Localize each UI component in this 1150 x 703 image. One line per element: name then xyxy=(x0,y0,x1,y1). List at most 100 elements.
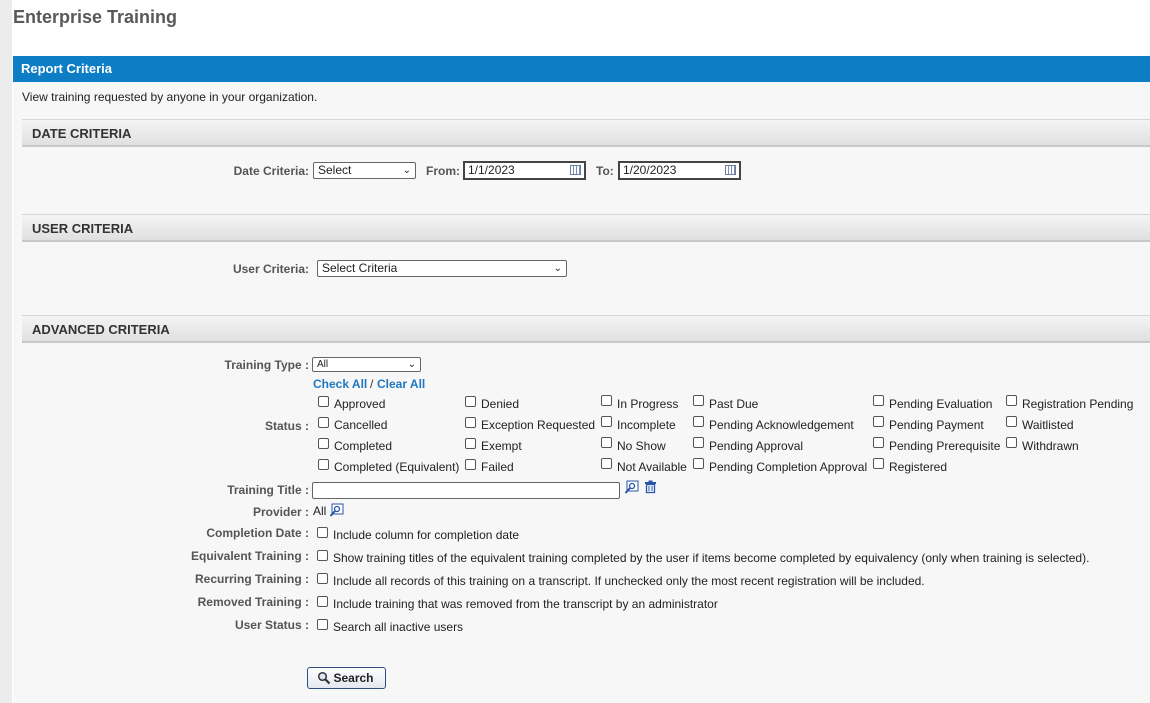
training-type-select[interactable]: All ⌄ xyxy=(312,357,421,372)
status-registration-pending-label: Registration Pending xyxy=(1022,397,1134,411)
status-completed-checkbox[interactable] xyxy=(318,438,329,449)
date-criteria-label: Date Criteria: xyxy=(233,164,309,178)
status-no-show-checkbox[interactable] xyxy=(601,437,612,448)
status-in-progress-label: In Progress xyxy=(617,397,679,411)
status-past-due-checkbox[interactable] xyxy=(693,395,704,406)
search-picker-icon[interactable] xyxy=(624,480,640,496)
status-completed-equivalent-label: Completed (Equivalent) xyxy=(334,460,460,474)
calendar-icon[interactable] xyxy=(570,165,581,175)
status-no-show-label: No Show xyxy=(617,439,666,453)
date-criteria-value: Select xyxy=(318,163,352,177)
clear-all-link[interactable]: Clear All xyxy=(377,377,425,391)
training-title-input[interactable] xyxy=(312,482,620,499)
magnifier-icon xyxy=(317,671,331,685)
status-denied-label: Denied xyxy=(481,397,520,411)
calendar-icon[interactable] xyxy=(725,165,736,175)
removed-training-checkbox[interactable] xyxy=(317,596,328,607)
user-status-text: Search all inactive users xyxy=(333,620,464,634)
status-pending-prerequisite-checkbox[interactable] xyxy=(873,437,884,448)
to-date-value: 1/20/2023 xyxy=(623,163,677,177)
status-approved-label: Approved xyxy=(334,397,386,411)
trash-icon[interactable] xyxy=(644,480,657,494)
equivalent-training-label: Equivalent Training : xyxy=(190,549,309,563)
status-completed-equivalent-checkbox[interactable] xyxy=(318,459,329,470)
check-clear-separator: / xyxy=(370,377,374,391)
status-pending-approval-checkbox[interactable] xyxy=(693,437,704,448)
status-waitlisted-label: Waitlisted xyxy=(1022,418,1074,432)
status-registered-label: Registered xyxy=(889,460,948,474)
from-label: From: xyxy=(426,164,460,178)
page-title: Enterprise Training xyxy=(13,7,178,27)
status-past-due-label: Past Due xyxy=(709,397,759,411)
status-pending-completion-approval-checkbox[interactable] xyxy=(693,458,704,469)
status-pending-approval-label: Pending Approval xyxy=(709,439,804,453)
to-date-input[interactable]: 1/20/2023 xyxy=(618,161,741,180)
search-button[interactable]: Search xyxy=(307,667,386,689)
provider-search-icon[interactable] xyxy=(329,503,345,519)
search-button-label: Search xyxy=(333,671,374,685)
status-exception-requested-label: Exception Requested xyxy=(481,418,596,432)
status-waitlisted-checkbox[interactable] xyxy=(1006,416,1017,427)
user-criteria-value: Select Criteria xyxy=(322,261,398,275)
status-cancelled-checkbox[interactable] xyxy=(318,417,329,428)
status-exempt-label: Exempt xyxy=(481,439,522,453)
training-type-value: All xyxy=(317,359,329,370)
status-incomplete-label: Incomplete xyxy=(617,418,676,432)
status-exception-requested-checkbox[interactable] xyxy=(465,417,476,428)
left-rail xyxy=(0,0,12,703)
recurring-training-checkbox[interactable] xyxy=(317,573,328,584)
from-date-input[interactable]: 1/1/2023 xyxy=(463,161,586,180)
status-registered-checkbox[interactable] xyxy=(873,458,884,469)
removed-training-label: Removed Training : xyxy=(197,595,309,609)
advanced-criteria-header: ADVANCED CRITERIA xyxy=(22,315,1150,343)
status-failed-checkbox[interactable] xyxy=(465,459,476,470)
chevron-down-icon: ⌄ xyxy=(407,359,416,370)
panel-header: Report Criteria xyxy=(13,56,1150,82)
status-cancelled-label: Cancelled xyxy=(334,418,388,432)
status-pending-acknowledgement-checkbox[interactable] xyxy=(693,416,704,427)
status-not-available-label: Not Available xyxy=(617,460,687,474)
status-not-available-checkbox[interactable] xyxy=(601,458,612,469)
status-pending-payment-checkbox[interactable] xyxy=(873,416,884,427)
user-status-checkbox[interactable] xyxy=(317,619,328,630)
equivalent-training-text: Show training titles of the equivalent t… xyxy=(333,551,1090,565)
status-completed-label: Completed xyxy=(334,439,393,453)
user-status-label: User Status : xyxy=(234,618,309,632)
status-label: Status : xyxy=(264,419,309,433)
equivalent-training-checkbox[interactable] xyxy=(317,550,328,561)
check-all-link[interactable]: Check All xyxy=(313,377,367,391)
status-failed-label: Failed xyxy=(481,460,514,474)
provider-label: Provider : xyxy=(252,505,309,519)
completion-date-text: Include column for completion date xyxy=(333,528,520,542)
status-pending-evaluation-label: Pending Evaluation xyxy=(889,397,993,411)
report-criteria-panel: Report Criteria View training requested … xyxy=(13,56,1150,703)
user-criteria-label: User Criteria: xyxy=(232,262,309,276)
status-denied-checkbox[interactable] xyxy=(465,396,476,407)
status-in-progress-checkbox[interactable] xyxy=(601,395,612,406)
status-withdrawn-checkbox[interactable] xyxy=(1006,437,1017,448)
status-incomplete-checkbox[interactable] xyxy=(601,416,612,427)
status-approved-checkbox[interactable] xyxy=(318,396,329,407)
status-pending-evaluation-checkbox[interactable] xyxy=(873,395,884,406)
status-registration-pending-checkbox[interactable] xyxy=(1006,395,1017,406)
status-pending-completion-approval-label: Pending Completion Approval xyxy=(709,460,868,474)
removed-training-text: Include training that was removed from t… xyxy=(333,597,718,611)
provider-value: All xyxy=(313,504,327,518)
to-label: To: xyxy=(596,164,614,178)
date-criteria-header: DATE CRITERIA xyxy=(22,119,1150,147)
panel-description: View training requested by anyone in you… xyxy=(22,90,318,104)
user-criteria-select[interactable]: Select Criteria ⌄ xyxy=(317,260,567,277)
chevron-down-icon: ⌄ xyxy=(402,165,411,176)
status-pending-prerequisite-label: Pending Prerequisite xyxy=(889,439,1001,453)
recurring-training-label: Recurring Training : xyxy=(194,572,309,586)
training-type-label: Training Type : xyxy=(224,358,309,372)
status-withdrawn-label: Withdrawn xyxy=(1022,439,1079,453)
from-date-value: 1/1/2023 xyxy=(468,163,515,177)
completion-date-checkbox[interactable] xyxy=(317,527,328,538)
training-title-label: Training Title : xyxy=(227,483,309,497)
completion-date-label: Completion Date : xyxy=(206,526,309,540)
date-criteria-select[interactable]: Select ⌄ xyxy=(313,162,416,179)
user-criteria-header: USER CRITERIA xyxy=(22,214,1150,242)
chevron-down-icon: ⌄ xyxy=(553,263,562,274)
status-exempt-checkbox[interactable] xyxy=(465,438,476,449)
